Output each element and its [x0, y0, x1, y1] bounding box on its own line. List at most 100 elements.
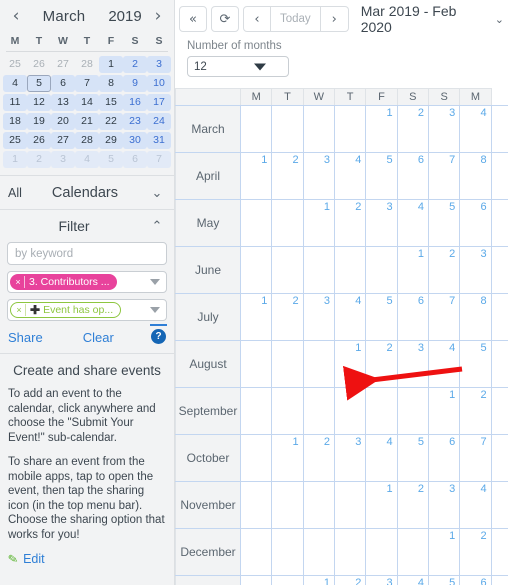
calendar-day-cell[interactable]: 2 — [271, 152, 304, 200]
help-circle-icon[interactable]: ? — [151, 329, 166, 344]
previous-period-button[interactable]: ‹ — [243, 6, 271, 32]
calendar-day-cell[interactable]: 4 — [396, 575, 429, 585]
calendar-day-cell[interactable]: 1 — [302, 199, 335, 247]
mini-calendar-day[interactable]: 5 — [27, 75, 51, 92]
calendar-day-cell[interactable]: 1 — [302, 575, 335, 585]
mini-calendar-day[interactable]: 4 — [75, 151, 99, 168]
calendar-day-cell[interactable]: 3 — [459, 246, 492, 294]
mini-calendar-day[interactable]: 24 — [147, 113, 171, 130]
calendar-day-cell[interactable]: 3 — [365, 575, 398, 585]
calendar-cell-empty[interactable] — [239, 528, 273, 576]
calendar-cell-empty[interactable] — [239, 387, 273, 435]
calendar-day-cell[interactable]: 2 — [396, 105, 429, 153]
mini-calendar-year-label[interactable]: 2019 — [102, 8, 148, 25]
calendar-grid-scroll[interactable]: MTWTFSSM March 1 2 3 4 April 1 2 3 4 5 6 7 8 May 1 2 3 4 5 6… — [175, 88, 508, 585]
today-button[interactable]: Today — [271, 6, 321, 32]
calendar-cell-empty[interactable] — [239, 481, 273, 529]
calendar-cell-partial[interactable] — [490, 152, 508, 200]
refresh-button[interactable]: ⟳ — [211, 6, 239, 32]
close-icon[interactable]: × — [12, 276, 25, 288]
calendar-day-cell[interactable]: 6 — [396, 293, 429, 341]
calendar-day-cell[interactable]: 4 — [427, 340, 461, 388]
mini-calendar-day[interactable]: 8 — [99, 75, 123, 92]
calendar-day-cell[interactable]: 6 — [459, 575, 492, 585]
mini-calendar-day[interactable]: 1 — [99, 56, 123, 73]
keyword-search-input[interactable] — [7, 242, 167, 265]
clear-link[interactable]: Clear — [83, 330, 114, 345]
mini-calendar-day[interactable]: 25 — [3, 132, 27, 149]
calendar-day-cell[interactable]: 2 — [271, 293, 304, 341]
calendar-cell-empty[interactable] — [302, 387, 335, 435]
calendar-day-cell[interactable]: 7 — [459, 434, 492, 482]
calendar-cell-partial[interactable] — [490, 528, 508, 576]
calendar-cell-empty[interactable] — [271, 387, 304, 435]
calendar-cell-empty[interactable] — [365, 528, 398, 576]
calendar-day-cell[interactable]: 3 — [365, 199, 398, 247]
calendar-cell-empty[interactable] — [271, 340, 304, 388]
calendar-day-cell[interactable]: 3 — [302, 152, 335, 200]
calendar-day-cell[interactable]: 8 — [459, 152, 492, 200]
calendar-day-cell[interactable]: 4 — [333, 293, 367, 341]
calendar-cell-partial[interactable] — [490, 246, 508, 294]
calendar-day-cell[interactable]: 1 — [365, 481, 398, 529]
calendar-day-cell[interactable]: 2 — [333, 199, 367, 247]
calendar-day-cell[interactable]: 2 — [459, 387, 492, 435]
calendar-day-cell[interactable]: 2 — [333, 575, 367, 585]
calendar-day-cell[interactable]: 1 — [239, 293, 273, 341]
mini-calendar-day[interactable]: 25 — [3, 56, 27, 73]
go-to-start-button[interactable]: « — [179, 6, 207, 32]
calendar-cell-highlighted[interactable] — [490, 105, 508, 153]
edit-link[interactable]: Edit — [23, 552, 45, 566]
mini-calendar-day[interactable]: 14 — [75, 94, 99, 111]
calendar-cell-partial[interactable] — [490, 293, 508, 341]
calendar-day-cell[interactable]: 2 — [365, 340, 398, 388]
calendar-cell-empty[interactable] — [271, 105, 304, 153]
calendar-cell-empty[interactable] — [239, 199, 273, 247]
calendar-cell-empty[interactable] — [396, 528, 429, 576]
mini-calendar-day[interactable]: 6 — [51, 75, 75, 92]
filter-tag-event-options[interactable]: × ✚ Event has op... — [10, 302, 122, 318]
mini-calendar-day[interactable]: 23 — [123, 113, 147, 130]
calendar-cell-empty[interactable] — [271, 246, 304, 294]
mini-calendar-day[interactable]: 28 — [75, 56, 99, 73]
calendar-cell-partial[interactable] — [490, 199, 508, 247]
calendar-day-cell[interactable]: 7 — [427, 152, 461, 200]
calendar-cell-partial[interactable] — [490, 340, 508, 388]
caret-down-icon[interactable] — [150, 279, 160, 285]
calendar-day-cell[interactable]: 4 — [459, 105, 492, 153]
mini-calendar-day[interactable]: 6 — [123, 151, 147, 168]
calendar-cell-partial[interactable] — [490, 575, 508, 585]
calendar-day-cell[interactable]: 5 — [427, 575, 461, 585]
mini-calendar-day[interactable]: 30 — [123, 132, 147, 149]
calendar-day-cell[interactable]: 3 — [427, 105, 461, 153]
calendar-day-cell[interactable]: 3 — [427, 481, 461, 529]
mini-calendar-day[interactable]: 22 — [99, 113, 123, 130]
calendar-cell-partial[interactable] — [490, 481, 508, 529]
calendar-cell-empty[interactable] — [333, 387, 367, 435]
mini-calendar-day[interactable]: 3 — [147, 56, 171, 73]
calendar-day-cell[interactable]: 3 — [396, 340, 429, 388]
calendar-cell-empty[interactable] — [302, 105, 335, 153]
mini-calendar-day[interactable]: 4 — [3, 75, 27, 92]
calendar-day-cell[interactable]: 3 — [302, 293, 335, 341]
calendar-day-cell[interactable]: 2 — [396, 481, 429, 529]
mini-calendar-day[interactable]: 10 — [147, 75, 171, 92]
mini-calendar-day[interactable]: 29 — [99, 132, 123, 149]
calendar-cell-empty[interactable] — [239, 246, 273, 294]
calendars-bar[interactable]: All Calendars ⌄ — [0, 175, 174, 210]
mini-calendar-day[interactable]: 2 — [123, 56, 147, 73]
calendar-day-cell[interactable]: 5 — [427, 199, 461, 247]
close-icon[interactable]: × — [13, 304, 26, 316]
mini-calendar-day[interactable]: 5 — [99, 151, 123, 168]
calendar-cell-empty[interactable] — [239, 105, 273, 153]
mini-calendar-next-icon[interactable]: › — [148, 7, 168, 25]
calendar-cell-empty[interactable] — [271, 199, 304, 247]
calendar-cell-empty[interactable] — [239, 340, 273, 388]
calendar-day-cell[interactable]: 1 — [333, 340, 367, 388]
mini-calendar-day[interactable]: 15 — [99, 94, 123, 111]
calendar-day-cell[interactable]: 1 — [427, 528, 461, 576]
calendar-day-cell[interactable]: 2 — [459, 528, 492, 576]
help-panel-edit-row[interactable]: ✎ Edit — [7, 551, 166, 567]
mini-calendar-day[interactable]: 1 — [3, 151, 27, 168]
calendar-cell-empty[interactable] — [396, 387, 429, 435]
